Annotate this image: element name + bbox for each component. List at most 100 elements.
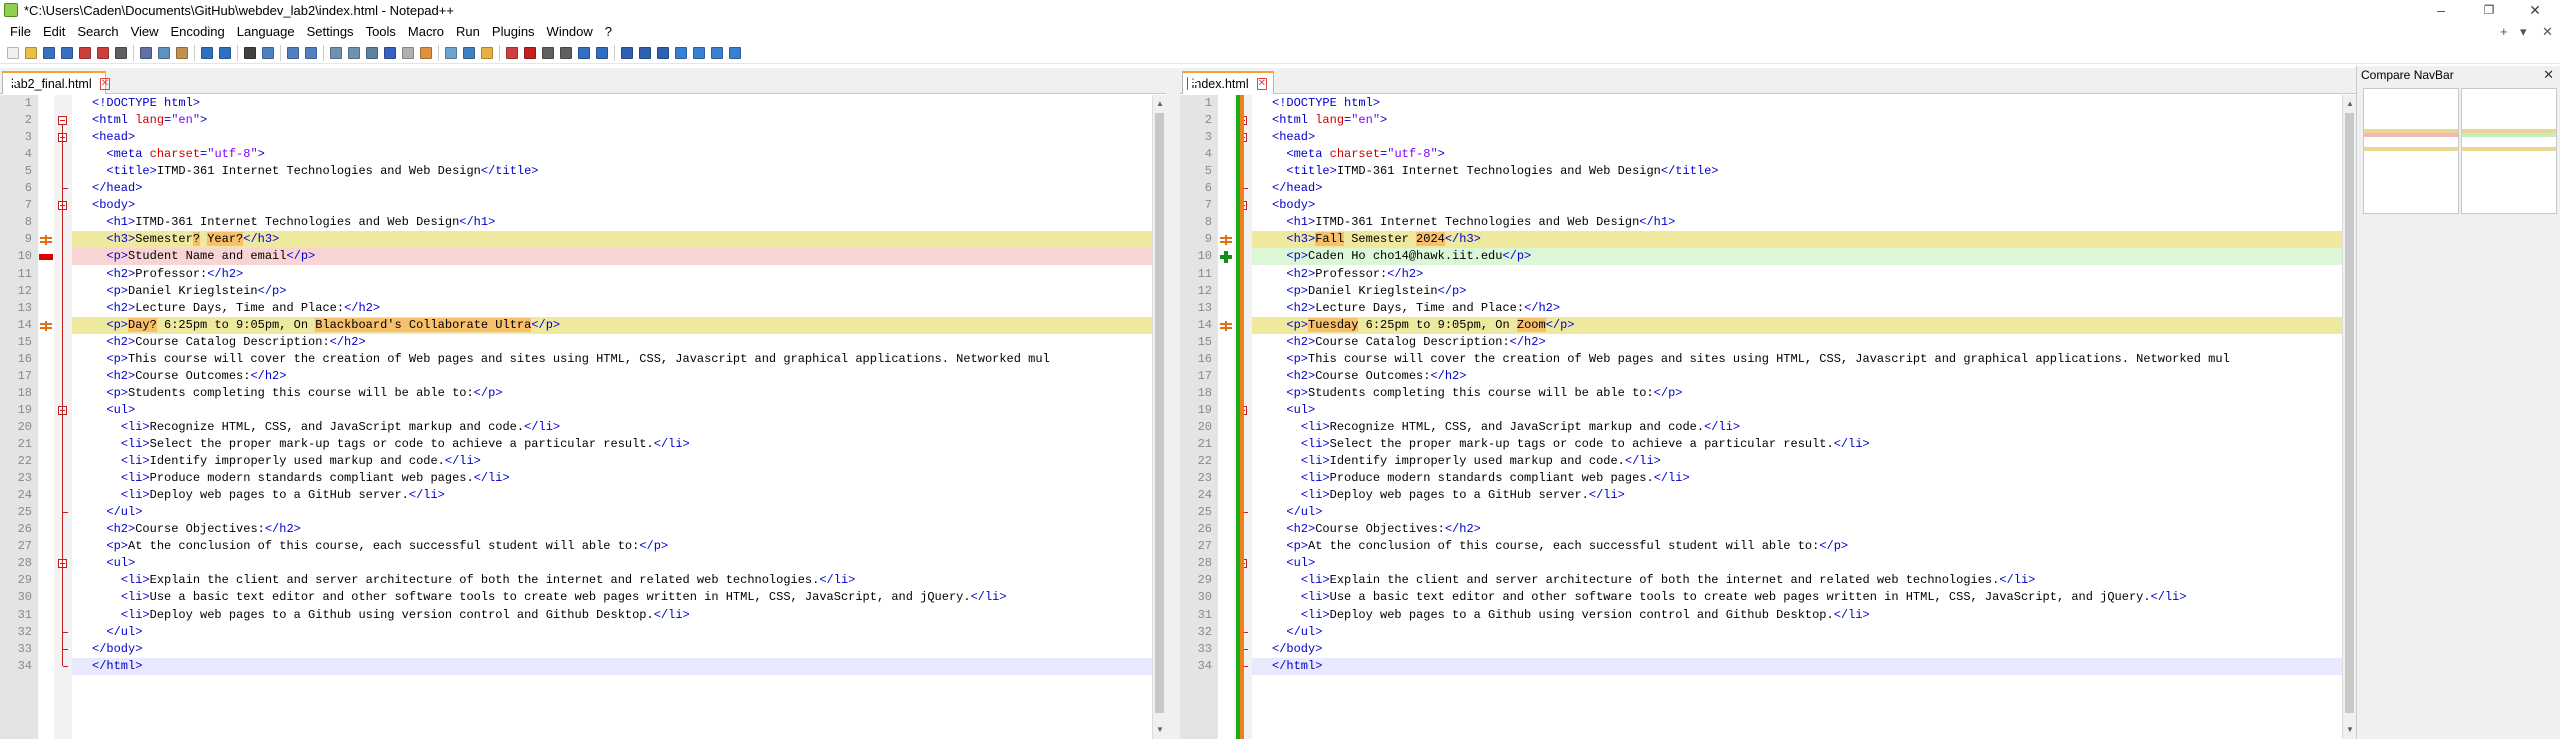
- menu-macro[interactable]: Macro: [402, 22, 450, 42]
- print-icon[interactable]: [112, 44, 129, 61]
- play-icon[interactable]: [557, 44, 574, 61]
- scroll-down-icon[interactable]: ▼: [2343, 723, 2357, 737]
- fold-end-marker: [63, 188, 68, 189]
- monitor-icon[interactable]: [503, 44, 520, 61]
- view-splitter[interactable]: [1166, 68, 1180, 739]
- menu-tools[interactable]: Tools: [360, 22, 402, 42]
- play-multi-icon[interactable]: [575, 44, 592, 61]
- notepadpp-icon: [4, 3, 18, 17]
- code-line: <ul>: [106, 556, 136, 570]
- menu-edit[interactable]: Edit: [37, 22, 71, 42]
- menu-view[interactable]: View: [125, 22, 165, 42]
- menu-plugins[interactable]: Plugins: [486, 22, 541, 42]
- left-vertical-scrollbar[interactable]: ▲ ▼: [1152, 95, 1166, 739]
- maximize-button[interactable]: ❐: [2466, 0, 2512, 20]
- code-line: <head>: [1272, 130, 1316, 144]
- tab-lab2-final[interactable]: lab2_final.html ✕: [2, 71, 110, 94]
- menu-run[interactable]: Run: [450, 22, 486, 42]
- udl-icon[interactable]: [417, 44, 434, 61]
- redo-icon[interactable]: [216, 44, 233, 61]
- code-line: <li>Deploy web pages to a Github using v…: [1300, 608, 1870, 622]
- code-line: <ul>: [1286, 403, 1316, 417]
- close-window-button[interactable]: ✕: [2512, 0, 2558, 20]
- next-diff-icon[interactable]: [690, 44, 707, 61]
- close-icon[interactable]: [76, 44, 93, 61]
- code-line: <h1>ITMD-361 Internet Technologies and W…: [106, 215, 496, 229]
- scroll-up-icon[interactable]: ▲: [1153, 97, 1167, 111]
- settings-icon[interactable]: [726, 44, 743, 61]
- record-icon[interactable]: [521, 44, 538, 61]
- prev-diff-icon[interactable]: [672, 44, 689, 61]
- code-line: <h2>Course Outcomes:</h2>: [106, 369, 287, 383]
- compare-changed-strip: [1240, 95, 1244, 739]
- wrap-icon[interactable]: [363, 44, 380, 61]
- compare-clear-icon[interactable]: [636, 44, 653, 61]
- toolbar-separator: [237, 44, 238, 61]
- scroll-up-icon[interactable]: ▲: [2343, 97, 2357, 111]
- menu-encoding[interactable]: Encoding: [165, 22, 231, 42]
- left-editor[interactable]: 1 <!DOCTYPE html> 2 <html lang="en"> 3 <head>…: [0, 95, 1152, 739]
- menu-file[interactable]: File: [4, 22, 37, 42]
- stop-icon[interactable]: [539, 44, 556, 61]
- minimize-button[interactable]: –: [2418, 0, 2464, 20]
- scroll-thumb[interactable]: [2345, 113, 2354, 713]
- compare-navbar-panel: Compare NavBar ✕: [2356, 66, 2560, 739]
- new-tab-button[interactable]: +: [2500, 22, 2508, 42]
- func-list-icon[interactable]: [460, 44, 477, 61]
- code-line: <p>This course will cover the creation o…: [106, 352, 1050, 366]
- tab-close-icon[interactable]: ✕: [1256, 77, 1267, 90]
- code-line: <li>Deploy web pages to a GitHub server.…: [1300, 488, 1625, 502]
- line-number: 23: [17, 471, 32, 485]
- close-doc-button[interactable]: ✕: [2542, 22, 2553, 42]
- scroll-down-icon[interactable]: ▼: [1153, 723, 1167, 737]
- new-file-icon[interactable]: [4, 44, 21, 61]
- menu-help[interactable]: ?: [599, 22, 618, 42]
- fold-toggle-icon[interactable]: [58, 116, 67, 125]
- sync-v-icon[interactable]: [327, 44, 344, 61]
- code-line: <p>Students completing this course will …: [106, 386, 503, 400]
- find-icon[interactable]: [241, 44, 258, 61]
- toolbar-separator: [133, 44, 134, 61]
- navbar-right-map[interactable]: [2461, 88, 2557, 214]
- tab-close-icon[interactable]: ✕: [99, 77, 110, 90]
- right-editor[interactable]: 1 <!DOCTYPE html> 2 <html lang="en"> 3 <head>…: [1180, 95, 2342, 739]
- menu-language[interactable]: Language: [231, 22, 301, 42]
- zoom-out-icon[interactable]: [302, 44, 319, 61]
- scroll-thumb[interactable]: [1155, 113, 1164, 713]
- copy-icon[interactable]: [155, 44, 172, 61]
- navbar-left-map[interactable]: [2363, 88, 2459, 214]
- line-number: 4: [24, 147, 32, 161]
- all-chars-icon[interactable]: [381, 44, 398, 61]
- tab-list-button[interactable]: ▾: [2520, 22, 2527, 42]
- toolbar: [0, 42, 2560, 64]
- save-icon[interactable]: [40, 44, 57, 61]
- code-line: <li>Select the proper mark-up tags or co…: [1300, 437, 1870, 451]
- open-icon[interactable]: [22, 44, 39, 61]
- code-line: </head>: [1272, 181, 1323, 195]
- save-macro-icon[interactable]: [593, 44, 610, 61]
- right-vertical-scrollbar[interactable]: ▲ ▼: [2342, 95, 2356, 739]
- tab-index[interactable]: index.html ✕: [1182, 71, 1274, 94]
- folder-icon[interactable]: [478, 44, 495, 61]
- save-all-icon[interactable]: [58, 44, 75, 61]
- menu-search[interactable]: Search: [71, 22, 124, 42]
- line-number: 14: [1197, 318, 1212, 332]
- navbar-close-icon[interactable]: ✕: [2543, 67, 2554, 83]
- compare-icon[interactable]: [618, 44, 635, 61]
- paste-icon[interactable]: [173, 44, 190, 61]
- line-number: 5: [24, 164, 32, 178]
- line-number: 19: [1197, 403, 1212, 417]
- indent-guide-icon[interactable]: [399, 44, 416, 61]
- cut-icon[interactable]: [137, 44, 154, 61]
- navbar-icon[interactable]: [654, 44, 671, 61]
- close-all-icon[interactable]: [94, 44, 111, 61]
- sync-h-icon[interactable]: [345, 44, 362, 61]
- doc-map-icon[interactable]: [442, 44, 459, 61]
- replace-icon[interactable]: [259, 44, 276, 61]
- menu-window[interactable]: Window: [541, 22, 599, 42]
- menu-settings[interactable]: Settings: [301, 22, 360, 42]
- first-diff-icon[interactable]: [708, 44, 725, 61]
- zoom-in-icon[interactable]: [284, 44, 301, 61]
- line-number: 2: [1204, 113, 1212, 127]
- undo-icon[interactable]: [198, 44, 215, 61]
